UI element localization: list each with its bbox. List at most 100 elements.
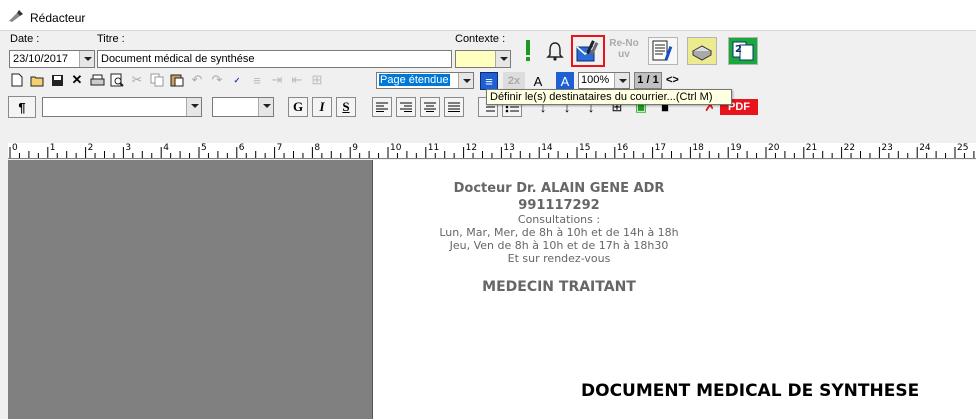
renew-label: Re-Nouv (609, 38, 639, 60)
align-left-icon (376, 102, 388, 112)
print-preview-icon[interactable] (108, 71, 126, 89)
ruler-label: 2 (87, 143, 94, 153)
print-button[interactable] (687, 37, 717, 65)
date-field[interactable]: 23/10/2017 (9, 50, 95, 68)
page-indicator-text: 1 / 1 (637, 74, 659, 86)
view-mode-select[interactable]: Page étendue (376, 72, 474, 89)
single-column-icon[interactable]: ≡ (480, 72, 498, 90)
format-icon[interactable]: A (556, 72, 574, 90)
alert-icon[interactable] (517, 38, 539, 64)
outdent-icon[interactable]: ⇤ (288, 71, 306, 89)
two-documents-icon: 2 (732, 41, 754, 61)
paragraph-marks-button[interactable]: ¶ (8, 96, 36, 118)
align-center-button[interactable] (420, 97, 440, 117)
paragraph-symbol: ¶ (18, 99, 26, 115)
consultations-title: Consultations : (517, 213, 601, 226)
save-icon[interactable] (48, 71, 66, 89)
consultation-hours-1: Lun, Mar, Mer, de 8h à 10h et de 14h à 1… (439, 226, 679, 239)
ruler-label: 25 (957, 143, 969, 153)
ruler-label: 19 (730, 143, 742, 153)
printer-icon (691, 45, 713, 61)
doctor-name: Docteur Dr. ALAIN GENE ADR (453, 181, 665, 196)
recipients-tooltip: Définir le(s) destinataires du courrier.… (486, 89, 732, 105)
open-folder-icon[interactable] (28, 71, 46, 89)
page-indicator: 1 / 1 (634, 72, 662, 89)
cut-x-icon[interactable]: ✕ (68, 71, 86, 89)
date-value: 23/10/2017 (13, 53, 69, 65)
ruler-label: 11 (427, 143, 440, 153)
strike-label: S (342, 99, 350, 114)
app-pen-icon (9, 10, 23, 22)
doctor-phone: 991117292 (518, 198, 600, 213)
italic-button[interactable]: I (312, 97, 332, 117)
ruler-label: 1 (49, 143, 56, 153)
font-size-dropdown-button[interactable] (258, 98, 273, 116)
title-label: Titre : (97, 33, 125, 45)
align-right-icon (400, 102, 412, 112)
recipients-icon (576, 40, 599, 62)
title-bar: Rédacteur (0, 0, 976, 31)
ruler-label: 14 (541, 143, 553, 153)
ruler-label: 9 (352, 143, 358, 153)
doctor-role: MEDECIN TRAITANT (482, 279, 636, 295)
scale-2x-label: 2x (507, 75, 521, 87)
paste-icon[interactable] (168, 71, 186, 89)
ruler-label: 3 (125, 143, 132, 153)
undo-icon[interactable]: ↶ (188, 71, 206, 89)
printer-small-icon[interactable] (88, 71, 106, 89)
redo-icon[interactable]: ↷ (208, 71, 226, 89)
justify-icon (448, 102, 460, 112)
recipients-button[interactable] (571, 35, 605, 67)
appointment-note: Et sur rendez-vous (507, 252, 611, 265)
horizontal-ruler: 0 1 2 3 4 5 6 7 8 9 10 11 12 13 14 15 16 17 18 19 20 21 22 23 24… (8, 143, 976, 159)
bold-button[interactable]: G (288, 97, 308, 117)
align-right-button[interactable] (396, 97, 416, 117)
ruler-label: 0 (12, 143, 18, 153)
date-dropdown-button[interactable] (79, 51, 94, 67)
font-name-dropdown-button[interactable] (186, 98, 201, 116)
ruler-label: 21 (805, 143, 818, 153)
page-nav-label: <> (666, 74, 679, 86)
document-heading: DOCUMENT MEDICAL DE SYNTHESE (581, 381, 920, 401)
align-table-icon[interactable]: ≡ (248, 71, 266, 89)
date-label: Date : (10, 33, 40, 45)
indent-icon[interactable]: ⇥ (268, 71, 286, 89)
scissors-icon[interactable]: ✂ (128, 71, 146, 89)
duplicate-button[interactable]: 2 (728, 37, 758, 65)
page-nav-button[interactable]: <> (666, 72, 686, 89)
scale-2x-button[interactable]: 2x (503, 72, 525, 90)
ruler-label: 6 (238, 143, 245, 153)
left-margin-area (8, 160, 372, 419)
ruler-label: 12 (465, 143, 478, 153)
renew-button[interactable]: Re-Nouv (609, 38, 643, 65)
ruler-label: 7 (276, 143, 283, 153)
font-name-select[interactable] (42, 97, 202, 117)
context-field[interactable] (455, 50, 511, 68)
copy-icon[interactable] (148, 71, 166, 89)
strike-button[interactable]: S (336, 97, 356, 117)
zoom-select[interactable]: 100% (578, 72, 630, 89)
edit-document-button[interactable] (648, 37, 678, 65)
context-dropdown-button[interactable] (495, 51, 510, 67)
spellcheck-icon[interactable]: ✓ (228, 71, 246, 89)
bell-icon[interactable] (543, 38, 567, 64)
zoom-dropdown-button[interactable] (614, 73, 629, 88)
ruler-label: 13 (503, 143, 515, 153)
font-size-select[interactable] (212, 97, 274, 117)
align-left-button[interactable] (372, 97, 392, 117)
justify-button[interactable] (444, 97, 464, 117)
ruler-label: 24 (919, 143, 931, 153)
ruler-label: 8 (314, 143, 321, 153)
title-field[interactable]: Document médical de synthése (97, 50, 452, 68)
ruler-label: 22 (843, 143, 856, 153)
align-center-icon (424, 102, 436, 112)
ruler-label: 5 (201, 143, 207, 153)
window-title: Rédacteur (30, 11, 86, 25)
ruler-label: 4 (163, 143, 169, 153)
font-size-icon[interactable]: A (529, 72, 547, 90)
view-mode-dropdown-button[interactable] (458, 73, 473, 88)
document-page[interactable]: Docteur Dr. ALAIN GENE ADR 991117292 Con… (372, 160, 976, 419)
new-file-icon[interactable] (8, 71, 26, 89)
consultation-hours-2: Jeu, Ven de 8h à 10h et de 17h à 18h30 (449, 239, 669, 252)
insert-icon[interactable]: ⊞ (308, 71, 326, 89)
